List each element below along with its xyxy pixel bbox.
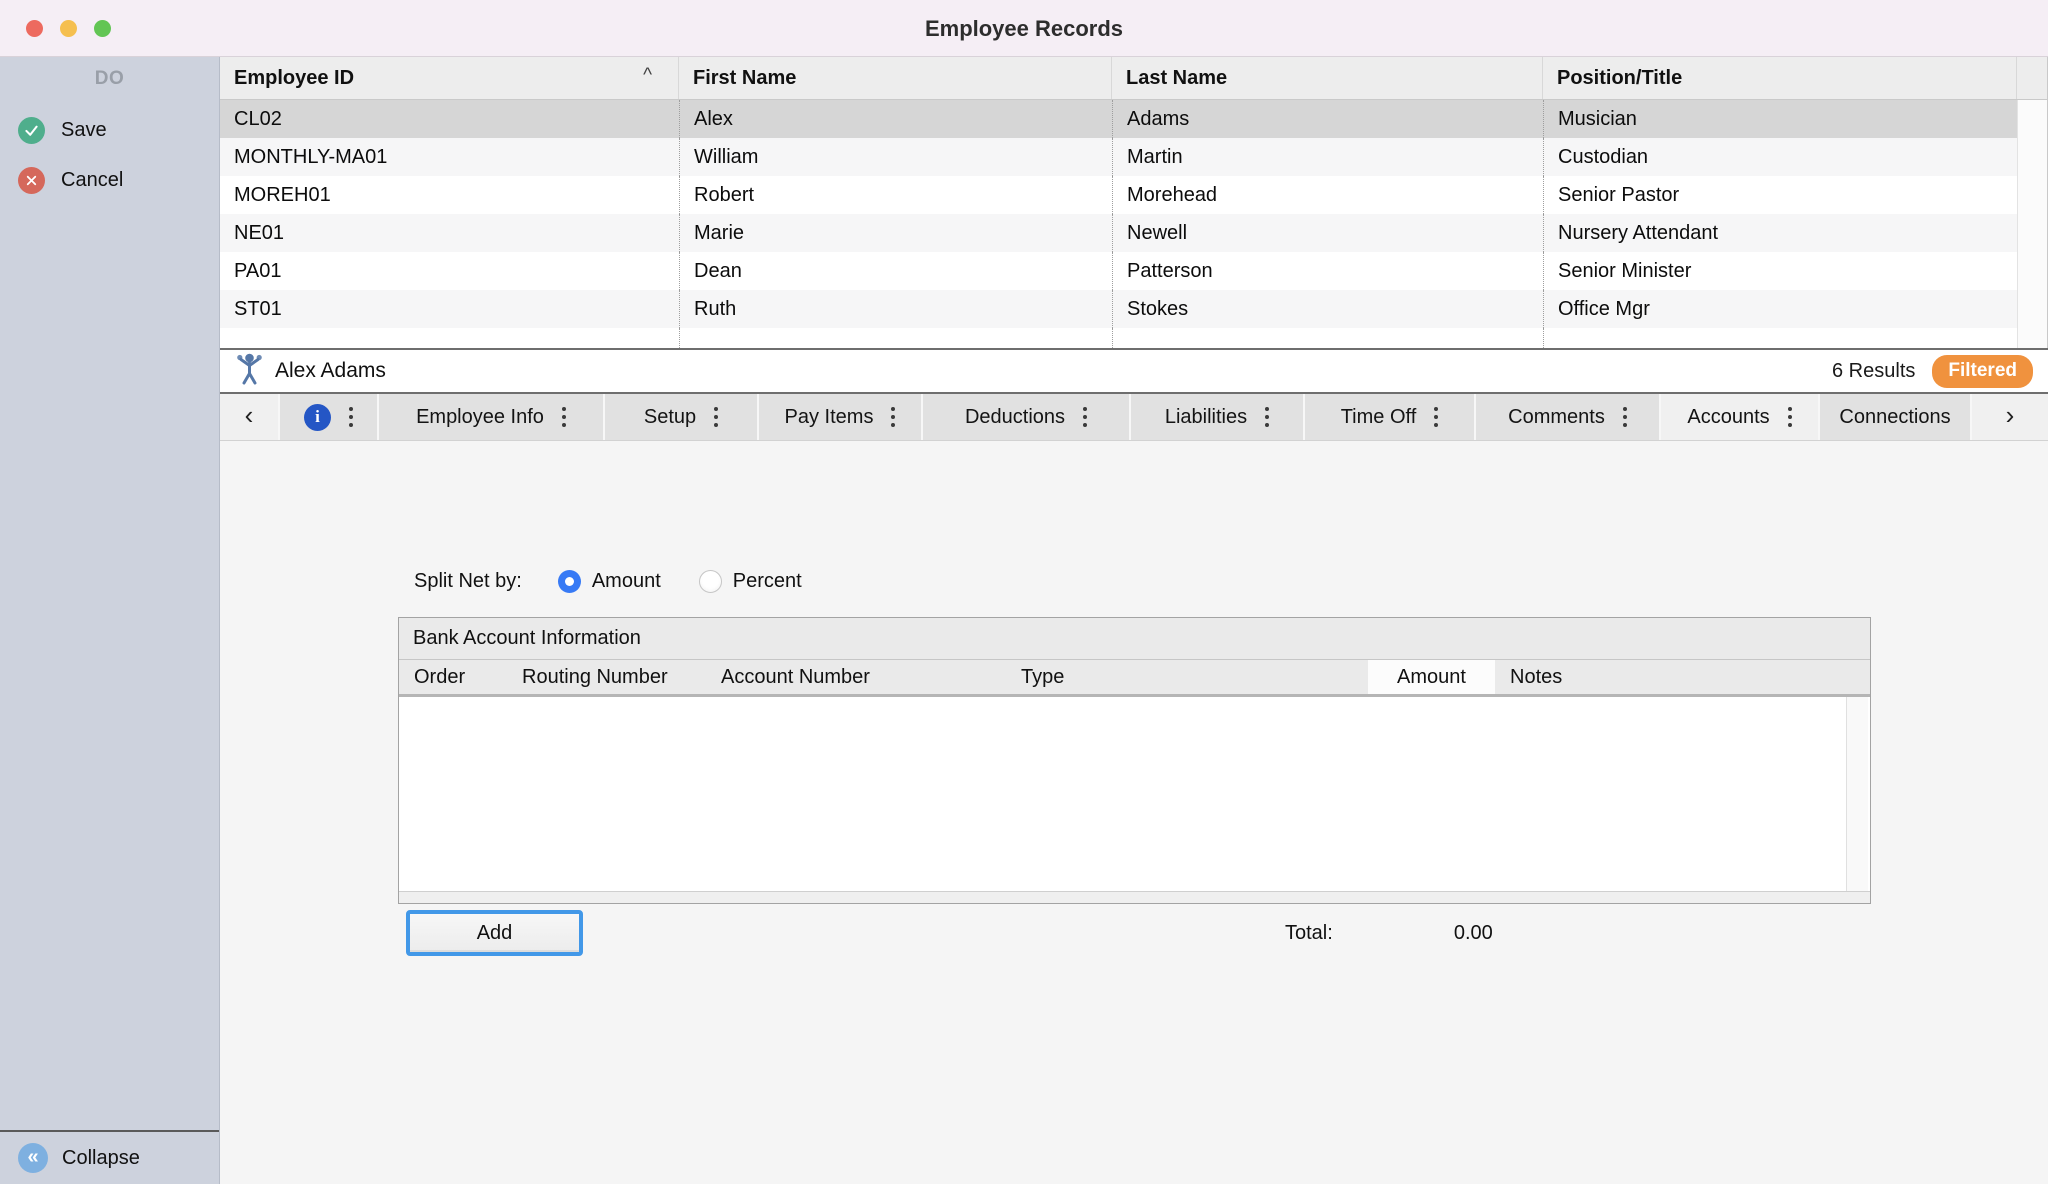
tabs-scroll-right-button[interactable]: › <box>1972 394 2048 440</box>
tab-liabilities[interactable]: Liabilities <box>1131 394 1303 440</box>
collapse-chevrons-icon: « <box>18 1143 48 1173</box>
tab-time-off[interactable]: Time Off <box>1305 394 1474 440</box>
save-label: Save <box>61 119 107 142</box>
main-area: Employee ID ^ First Name Last Name Posit… <box>220 57 2048 1184</box>
action-sidebar: DO Save Cancel « Collapse <box>0 57 220 1184</box>
bank-table-footer: Add Total: 0.00 <box>406 910 2048 956</box>
tab-comments[interactable]: Comments <box>1476 394 1659 440</box>
chevron-right-icon: › <box>2006 402 2015 432</box>
bank-table-empty-area[interactable] <box>399 697 1846 891</box>
bank-table-body <box>399 697 1870 891</box>
employee-table-body: CL02 Alex Adams Musician MONTHLY-MA01 Wi… <box>220 100 2047 348</box>
table-row[interactable]: MONTHLY-MA01 William Martin Custodian <box>220 138 2017 176</box>
percent-radio[interactable] <box>699 570 722 593</box>
column-header-routing-number[interactable]: Routing Number <box>507 660 706 694</box>
info-icon: i <box>304 404 331 431</box>
table-row[interactable]: PA01 Dean Patterson Senior Minister <box>220 252 2017 290</box>
employee-person-icon <box>236 352 263 390</box>
percent-radio-label[interactable]: Percent <box>733 570 802 593</box>
tab-menu-icon[interactable] <box>562 407 566 427</box>
column-header-last-name[interactable]: Last Name <box>1112 57 1543 99</box>
selected-record-bar: Alex Adams 6 Results Filtered <box>220 350 2048 392</box>
tab-bar: ‹ i Employee Info Setup Pay Items Deduct… <box>220 394 2048 441</box>
title-bar: Employee Records <box>0 0 2048 57</box>
split-net-by-group: Split Net by: Amount Percent <box>414 559 2048 603</box>
tab-menu-icon[interactable] <box>1265 407 1269 427</box>
tab-info[interactable]: i <box>280 394 377 440</box>
window-title: Employee Records <box>0 0 2048 57</box>
filtered-badge[interactable]: Filtered <box>1932 355 2033 388</box>
chevron-left-icon: ‹ <box>245 402 254 432</box>
table-row[interactable]: ST01 Ruth Stokes Office Mgr <box>220 290 2017 328</box>
scrollbar-header-cell <box>2017 57 2047 99</box>
tabs-scroll-left-button[interactable]: ‹ <box>220 394 278 440</box>
check-circle-icon <box>18 117 45 144</box>
tab-pay-items[interactable]: Pay Items <box>759 394 921 440</box>
cancel-label: Cancel <box>61 169 123 192</box>
tab-employee-info[interactable]: Employee Info <box>379 394 603 440</box>
collapse-label: Collapse <box>62 1147 140 1170</box>
x-circle-icon <box>18 167 45 194</box>
column-header-amount[interactable]: Amount <box>1368 660 1495 694</box>
add-button[interactable]: Add <box>406 910 583 956</box>
vertical-scrollbar[interactable] <box>2017 100 2047 348</box>
column-header-position[interactable]: Position/Title <box>1543 57 2017 99</box>
tab-deductions[interactable]: Deductions <box>923 394 1129 440</box>
app-window: Employee Records DO Save Cancel « Collap… <box>0 0 2048 1184</box>
collapse-button[interactable]: « Collapse <box>0 1130 219 1184</box>
table-row[interactable]: CL02 Alex Adams Musician <box>220 100 2017 138</box>
employee-table-header: Employee ID ^ First Name Last Name Posit… <box>220 57 2047 100</box>
accounts-tab-content: Split Net by: Amount Percent Bank Accoun… <box>220 441 2048 1184</box>
vertical-scrollbar[interactable] <box>1846 697 1868 891</box>
tab-menu-icon[interactable] <box>891 407 895 427</box>
tab-connections[interactable]: Connections <box>1820 394 1970 440</box>
table-row[interactable]: NE01 Marie Newell Nursery Attendant <box>220 214 2017 252</box>
sidebar-header: DO <box>0 57 219 100</box>
tab-menu-icon[interactable] <box>1434 407 1438 427</box>
horizontal-scrollbar[interactable] <box>399 891 1870 903</box>
tab-menu-icon[interactable] <box>1083 407 1087 427</box>
bank-table-header: Order Routing Number Account Number Type… <box>399 660 1870 697</box>
column-header-account-number[interactable]: Account Number <box>706 660 1006 694</box>
tab-menu-icon[interactable] <box>349 407 353 427</box>
column-header-employee-id[interactable]: Employee ID ^ <box>220 57 679 99</box>
tab-setup[interactable]: Setup <box>605 394 757 440</box>
selected-employee-name: Alex Adams <box>275 359 386 383</box>
table-row[interactable]: MOREH01 Robert Morehead Senior Pastor <box>220 176 2017 214</box>
save-button[interactable]: Save <box>0 110 219 150</box>
tab-accounts[interactable]: Accounts <box>1661 394 1818 440</box>
results-count: 6 Results <box>1832 360 1915 383</box>
cancel-button[interactable]: Cancel <box>0 160 219 200</box>
tab-menu-icon[interactable] <box>1788 407 1792 427</box>
column-header-first-name[interactable]: First Name <box>679 57 1112 99</box>
column-header-order[interactable]: Order <box>399 660 507 694</box>
scrollbar-header-cell <box>1846 660 1870 694</box>
bank-table-title: Bank Account Information <box>399 618 1870 660</box>
tab-menu-icon[interactable] <box>1623 407 1627 427</box>
sort-ascending-icon: ^ <box>643 65 652 87</box>
column-header-type[interactable]: Type <box>1006 660 1368 694</box>
amount-radio-label[interactable]: Amount <box>592 570 661 593</box>
bank-account-table: Bank Account Information Order Routing N… <box>398 617 1871 904</box>
total-value: 0.00 <box>1373 922 1493 945</box>
split-net-by-label: Split Net by: <box>414 570 522 593</box>
column-header-notes[interactable]: Notes <box>1495 660 1846 694</box>
tab-menu-icon[interactable] <box>714 407 718 427</box>
total-label: Total: <box>1285 922 1333 945</box>
employee-table: Employee ID ^ First Name Last Name Posit… <box>220 57 2048 348</box>
table-empty-area <box>220 328 2017 348</box>
amount-radio[interactable] <box>558 570 581 593</box>
